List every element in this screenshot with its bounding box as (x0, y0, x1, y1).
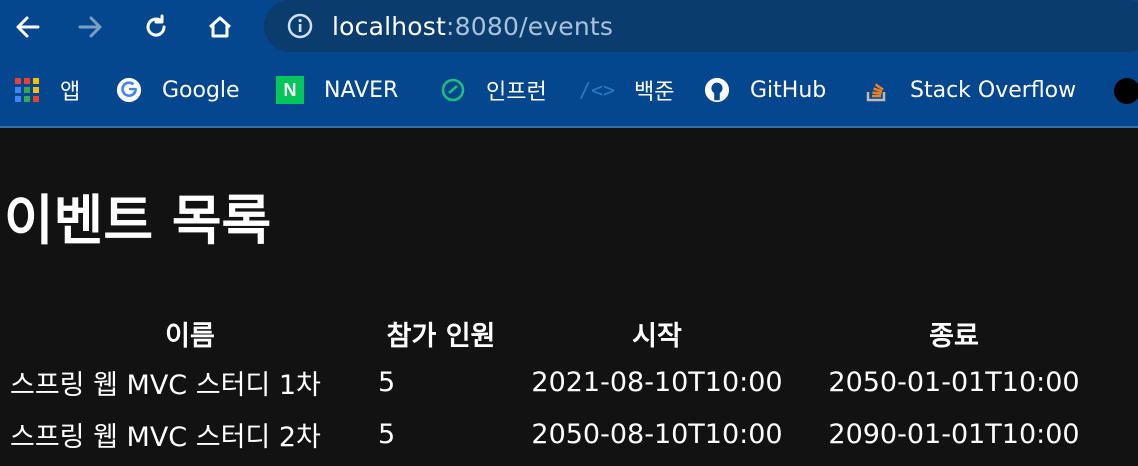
stackoverflow-icon (864, 77, 890, 103)
bookmark-github[interactable]: GitHub (704, 72, 826, 108)
event-start: 2050-08-10T10:00 (531, 418, 783, 450)
browser-toolbar: localhost:8080/events (0, 0, 1138, 54)
naver-icon: N (276, 76, 304, 104)
bookmark-google[interactable]: Google (116, 72, 240, 108)
column-header-name: 이름 (165, 320, 215, 352)
home-button[interactable] (202, 9, 238, 45)
bookmark-label: Stack Overflow (910, 77, 1077, 103)
reload-button[interactable] (138, 9, 174, 45)
column-header-participants: 참가 인원 (386, 320, 496, 352)
bookmark-label: GitHub (750, 77, 827, 103)
page-title: 이벤트 목록 (4, 189, 272, 252)
home-icon (208, 16, 232, 38)
forward-arrow-icon (78, 16, 102, 38)
bookmark-stackoverflow[interactable]: Stack Overflow (864, 72, 1076, 108)
url-host: localhost (332, 11, 447, 41)
bookmark-label: NAVER (324, 77, 399, 103)
bookmark-label: 앱 (60, 80, 81, 105)
url-text: localhost:8080/events (332, 12, 613, 41)
event-end: 2050-01-01T10:00 (828, 366, 1080, 398)
event-end: 2090-01-01T10:00 (828, 418, 1080, 450)
bookmark-overflow-dot[interactable] (1114, 78, 1138, 104)
event-start: 2021-08-10T10:00 (531, 366, 783, 398)
event-participants: 5 (378, 418, 396, 450)
bookmark-baekjoon[interactable]: /<> 백준 (578, 72, 675, 108)
bookmark-label: 백준 (634, 80, 675, 105)
inflearn-icon (440, 77, 466, 103)
page-content: 이벤트 목록 이름 참가 인원 시작 종료 스프링 웹 MVC 스터디 1차 5… (0, 128, 1138, 466)
baekjoon-icon: /<> (578, 78, 616, 102)
bookmarks-bar: 앱 Google N NAVER 인프런 /<> 백준 GitHub Stack (0, 54, 1138, 128)
apps-grid-icon (14, 77, 40, 103)
forward-button[interactable] (72, 9, 108, 45)
table-row: 스프링 웹 MVC 스터디 2차 5 2050-08-10T10:00 2090… (8, 408, 1100, 460)
event-name: 스프링 웹 MVC 스터디 2차 (10, 421, 321, 453)
google-icon (116, 77, 142, 103)
bookmark-inflearn[interactable]: 인프런 (440, 72, 547, 108)
github-icon (704, 77, 730, 103)
table-header-row: 이름 참가 인원 시작 종료 (8, 310, 1100, 356)
event-name: 스프링 웹 MVC 스터디 1차 (10, 369, 321, 401)
address-bar[interactable]: localhost:8080/events (264, 0, 1138, 52)
info-icon[interactable] (286, 12, 314, 40)
event-participants: 5 (378, 366, 396, 398)
bookmark-label: 인프런 (486, 80, 547, 105)
column-header-end: 종료 (929, 320, 979, 352)
bookmark-label: Google (162, 77, 240, 103)
bookmark-naver[interactable]: N NAVER (276, 72, 398, 108)
reload-icon (146, 14, 166, 37)
table-row: 스프링 웹 MVC 스터디 1차 5 2021-08-10T10:00 2050… (8, 356, 1100, 408)
events-table: 이름 참가 인원 시작 종료 스프링 웹 MVC 스터디 1차 5 2021-0… (4, 310, 1104, 460)
url-path: :8080/events (446, 11, 614, 41)
bookmark-apps[interactable]: 앱 (14, 72, 80, 108)
back-button[interactable] (10, 9, 46, 45)
back-arrow-icon (16, 16, 40, 38)
column-header-start: 시작 (632, 320, 682, 352)
